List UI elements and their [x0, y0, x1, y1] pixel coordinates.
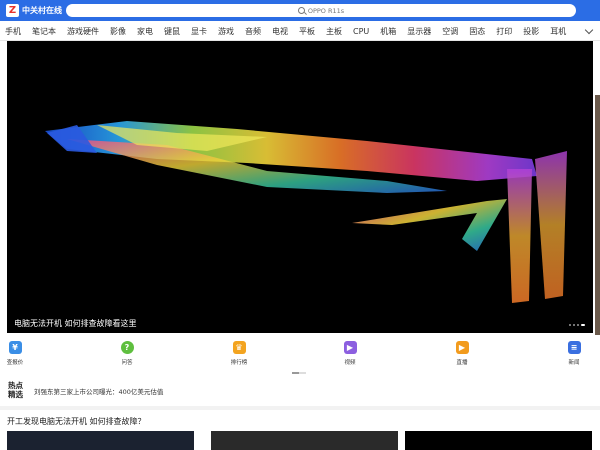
- category-nav: 手机 笔记本 游戏硬件 影像 家电 键鼠 显卡 游戏 音频 电视 平板 主板 CPU 机箱 显示器 空调 固态打…: [0, 21, 600, 41]
- hot-tag-line2: 精选: [8, 390, 23, 399]
- hero-banner[interactable]: 电脑无法开机 如何排查故障看这里: [7, 41, 593, 333]
- article-thumbnail[interactable]: [211, 431, 398, 450]
- question-icon: ?: [120, 341, 134, 354]
- quick-link[interactable]: ≡ 新闻: [554, 341, 594, 366]
- nav-item[interactable]: 家电: [137, 26, 153, 37]
- nav-item[interactable]: 空调: [442, 26, 458, 37]
- quick-link-label: 新闻: [568, 360, 580, 366]
- search-icon: [297, 7, 305, 14]
- nav-item[interactable]: 影像: [110, 26, 126, 37]
- quick-link[interactable]: ? 问答: [107, 341, 147, 366]
- quick-links-pager: [292, 372, 306, 374]
- quick-link[interactable]: ¥ 查报价: [0, 341, 35, 366]
- quick-link[interactable]: ♛ 排行榜: [219, 341, 259, 366]
- nav-item[interactable]: 机箱: [380, 26, 396, 37]
- quick-link-label: 查报价: [6, 360, 24, 366]
- hot-tag: 热点 精选: [8, 381, 23, 399]
- quick-link-label: 问答: [121, 360, 133, 366]
- hot-tag-line1: 热点: [8, 381, 23, 390]
- nav-item[interactable]: 平板: [299, 26, 315, 37]
- section-title[interactable]: 开工发现电脑无法开机 如何排查故障？: [7, 416, 146, 427]
- article-thumbnails: [7, 431, 593, 450]
- nav-more-button[interactable]: [578, 21, 600, 40]
- divider: [0, 406, 600, 410]
- nav-item[interactable]: 游戏: [218, 26, 234, 37]
- carousel-dot[interactable]: [569, 324, 571, 326]
- nav-item[interactable]: 投影: [523, 26, 539, 37]
- site-logo[interactable]: Z 中关村在线: [6, 3, 62, 18]
- crown-icon: ♛: [232, 341, 246, 354]
- logo-icon: Z: [6, 4, 19, 17]
- nav-item[interactable]: 固态: [469, 26, 485, 37]
- nav-item[interactable]: 打印: [496, 26, 512, 37]
- nav-item[interactable]: 主板: [326, 26, 342, 37]
- nav-item[interactable]: 手机: [5, 26, 21, 37]
- nav-item[interactable]: 游戏硬件: [67, 26, 99, 37]
- nav-item[interactable]: 键鼠: [164, 26, 180, 37]
- news-icon: ≡: [567, 341, 581, 354]
- logo-text: 中关村在线: [22, 6, 62, 15]
- carousel-dot-active[interactable]: [581, 324, 585, 326]
- nav-items: 手机 笔记本 游戏硬件 影像 家电 键鼠 显卡 游戏 音频 电视 平板 主板 CPU 机箱 显示器 空调 固态打…: [5, 21, 600, 40]
- banner-image: [45, 121, 567, 303]
- quick-link-label: 直播: [456, 360, 468, 366]
- nav-item[interactable]: 显示器: [407, 26, 431, 37]
- nav-item[interactable]: 显卡: [191, 26, 207, 37]
- hot-picks[interactable]: 热点 精选 刘强东第三家上市公司曝光：400亿美元估值: [0, 376, 600, 406]
- live-icon: ▶: [455, 341, 469, 354]
- next-slide-preview: [595, 95, 600, 335]
- hot-headline[interactable]: 刘强东第三家上市公司曝光：400亿美元估值: [34, 386, 163, 396]
- quick-link-label: 视频: [344, 360, 356, 366]
- carousel-dot[interactable]: [577, 324, 579, 326]
- quick-links: ¥ 查报价? 问答 ♛ 排行榜 ▶ 视频 ▶ 直播 ≡ 新闻: [0, 341, 600, 371]
- carousel-dot[interactable]: [573, 324, 575, 326]
- nav-item[interactable]: 音频: [245, 26, 261, 37]
- quick-link-label: 排行榜: [230, 360, 248, 366]
- chevron-down-icon: [584, 25, 594, 34]
- search-placeholder: OPPO R11s: [307, 6, 345, 15]
- article-thumbnail[interactable]: [405, 431, 592, 450]
- nav-item[interactable]: 耳机: [550, 26, 566, 37]
- carousel-dots[interactable]: [569, 324, 585, 326]
- article-thumbnail[interactable]: [7, 431, 194, 450]
- search-input[interactable]: OPPO R11s: [66, 4, 576, 17]
- video-icon: ▶: [343, 341, 357, 354]
- quick-link[interactable]: ▶ 视频: [330, 341, 370, 366]
- top-header: Z 中关村在线 OPPO R11s: [0, 0, 600, 21]
- nav-item[interactable]: 电视: [272, 26, 288, 37]
- nav-item[interactable]: CPU: [353, 27, 369, 36]
- quick-link[interactable]: ▶ 直播: [442, 341, 482, 366]
- price-icon: ¥: [8, 341, 22, 354]
- nav-item[interactable]: 笔记本: [32, 26, 56, 37]
- banner-caption: 电脑无法开机 如何排查故障看这里: [14, 319, 137, 328]
